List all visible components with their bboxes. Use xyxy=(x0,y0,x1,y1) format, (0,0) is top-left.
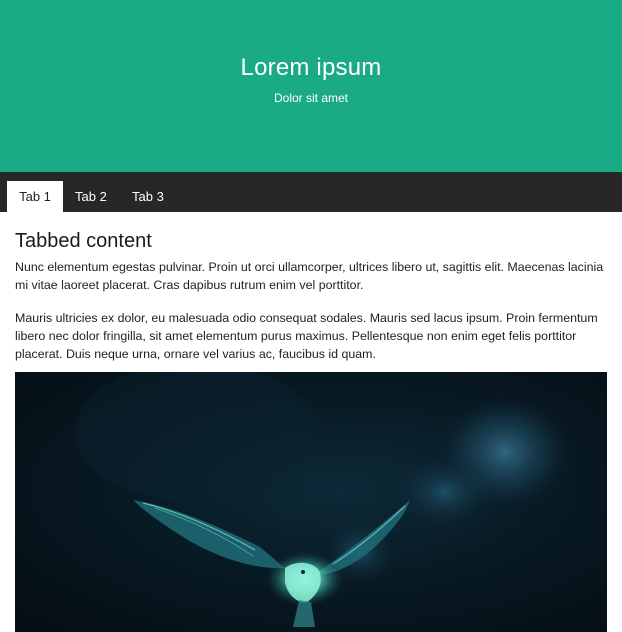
paragraph-2: Mauris ultricies ex dolor, eu malesuada … xyxy=(15,311,598,361)
bird-in-flight-image xyxy=(15,372,607,632)
hero-title: Lorem ipsum xyxy=(240,54,382,81)
content-heading: Tabbed content xyxy=(15,230,152,252)
tab-bar: Tab 1 Tab 2 Tab 3 xyxy=(0,172,622,212)
tab-3[interactable]: Tab 3 xyxy=(119,181,177,212)
hero-banner: Lorem ipsum Dolor sit amet xyxy=(0,0,622,172)
tab-2[interactable]: Tab 2 xyxy=(62,181,120,212)
hero-subtitle: Dolor sit amet xyxy=(273,91,349,105)
paragraph-1: Nunc elementum egestas pulvinar. Proin u… xyxy=(15,260,604,292)
tab-panel: Tabbed content Nunc elementum egestas pu… xyxy=(15,212,607,363)
tab-1[interactable]: Tab 1 xyxy=(7,181,63,212)
bird-photo-illustration xyxy=(75,372,575,627)
